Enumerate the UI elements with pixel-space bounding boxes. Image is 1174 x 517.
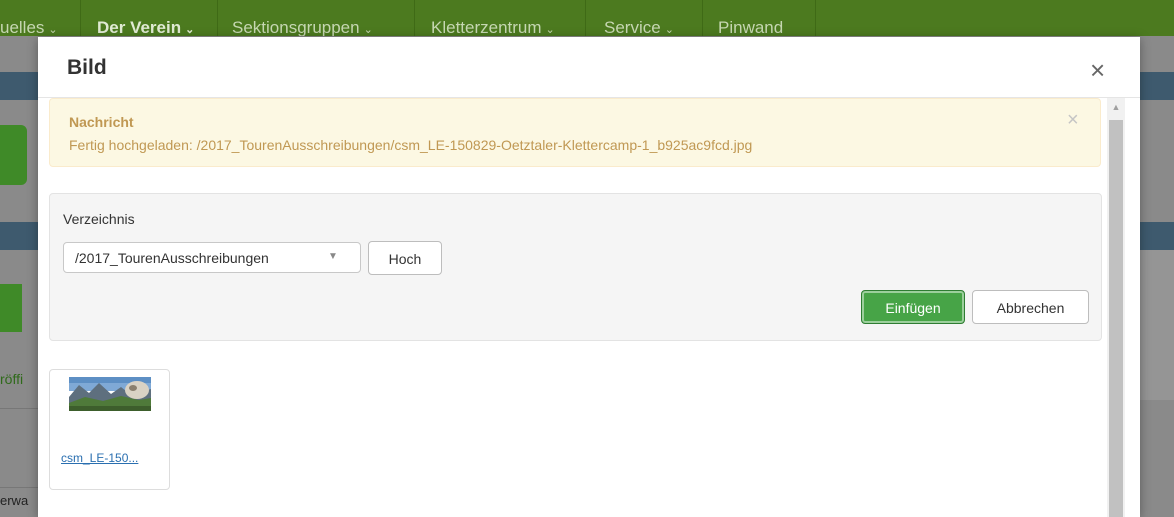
scroll-up-arrow-icon[interactable]: ▲ (1107, 102, 1125, 112)
directory-panel: Verzeichnis /2017_TourenAusschreibungen … (49, 193, 1102, 341)
background-button (0, 125, 27, 185)
nav-item-label: Kletterzentrum (431, 18, 542, 36)
nav-item-pinwand[interactable]: Pinwand (704, 0, 816, 36)
scrollbar-thumb[interactable] (1109, 120, 1123, 517)
background-divider (0, 408, 40, 409)
background-panel (1140, 250, 1174, 400)
directory-selected-value: /2017_TourenAusschreibungen (75, 250, 269, 266)
insert-button[interactable]: Einfügen (861, 290, 965, 324)
nav-item-label: Service (604, 18, 661, 36)
dialog-title: Bild (67, 56, 107, 79)
directory-up-button[interactable]: Hoch (368, 241, 442, 275)
background-text-fragment: erwa (0, 493, 29, 508)
site-navigation: uelles ⌄ Der Verein ⌄ Sektionsgruppen ⌄ Kle… (0, 0, 1174, 36)
caret-down-icon: ▼ (328, 251, 338, 262)
alert-close-icon[interactable]: × (1067, 109, 1079, 132)
chevron-down-icon: ⌄ (185, 24, 195, 36)
chevron-down-icon: ⌄ (664, 24, 674, 36)
nav-item-label: Pinwand (718, 18, 784, 36)
background-button (0, 284, 22, 332)
image-thumbnail (69, 377, 151, 411)
directory-select[interactable]: /2017_TourenAusschreibungen ▼ (63, 242, 361, 273)
nav-item-der-verein[interactable]: Der Verein ⌄ (81, 0, 218, 36)
dialog-scrollbar[interactable]: ▲ (1107, 98, 1125, 517)
close-icon[interactable]: × (1090, 57, 1105, 83)
alert-message: Fertig hochgeladen: /2017_TourenAusschre… (69, 137, 753, 153)
chevron-down-icon: ⌄ (48, 24, 58, 36)
background-text-fragment: röffi (0, 371, 24, 387)
dialog-header: Bild × (38, 37, 1140, 98)
upload-message-alert: Nachricht Fertig hochgeladen: /2017_Tour… (49, 98, 1101, 167)
image-dialog: Bild × Nachricht Fertig hochgeladen: /20… (38, 37, 1140, 517)
nav-item-label: Der Verein (97, 18, 182, 36)
directory-label: Verzeichnis (63, 211, 135, 227)
nav-item-label: uelles (0, 18, 45, 36)
nav-item-service[interactable]: Service ⌄ (587, 0, 703, 36)
alert-title: Nachricht (69, 114, 134, 130)
chevron-down-icon: ⌄ (363, 24, 373, 36)
nav-item-kletterzentrum[interactable]: Kletterzentrum ⌄ (416, 0, 586, 36)
cancel-button[interactable]: Abbrechen (972, 290, 1089, 324)
chevron-down-icon: ⌄ (545, 24, 555, 36)
background-divider (0, 487, 40, 488)
nav-item-sektionsgruppen[interactable]: Sektionsgruppen ⌄ (219, 0, 415, 36)
file-name-link[interactable]: csm_LE-150... (61, 451, 138, 465)
nav-item-label: Sektionsgruppen (232, 18, 360, 36)
file-thumbnail-card[interactable]: csm_LE-150... (49, 369, 170, 490)
nav-item-aktuelles[interactable]: uelles ⌄ (0, 0, 81, 36)
dialog-body: Nachricht Fertig hochgeladen: /2017_Tour… (38, 98, 1140, 517)
